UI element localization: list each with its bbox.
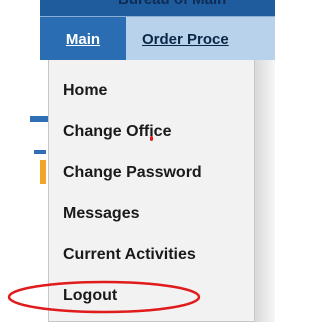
- menu-order-processing[interactable]: Order Proce: [128, 17, 302, 61]
- menubar: Main Order Proce: [40, 16, 275, 61]
- logout-highlight-ellipse: [7, 280, 201, 314]
- menu-item-change-office[interactable]: Change Office: [63, 123, 171, 141]
- menu-item-messages[interactable]: Messages: [63, 205, 140, 223]
- header-title: Bureau of Main: [118, 0, 226, 8]
- page-edge-blue-tick: [34, 150, 46, 154]
- menu-main[interactable]: Main: [40, 17, 126, 61]
- page-edge-blue-bar: [30, 116, 48, 122]
- red-pen-mark: [150, 136, 153, 141]
- menu-item-current-activities[interactable]: Current Activities: [63, 246, 196, 264]
- menu-item-change-password[interactable]: Change Password: [63, 164, 202, 182]
- page-edge-orange-bar: [40, 160, 46, 184]
- header-band: Bureau of Main: [40, 0, 275, 16]
- page-divider: [255, 60, 275, 322]
- menu-item-home[interactable]: Home: [63, 82, 107, 100]
